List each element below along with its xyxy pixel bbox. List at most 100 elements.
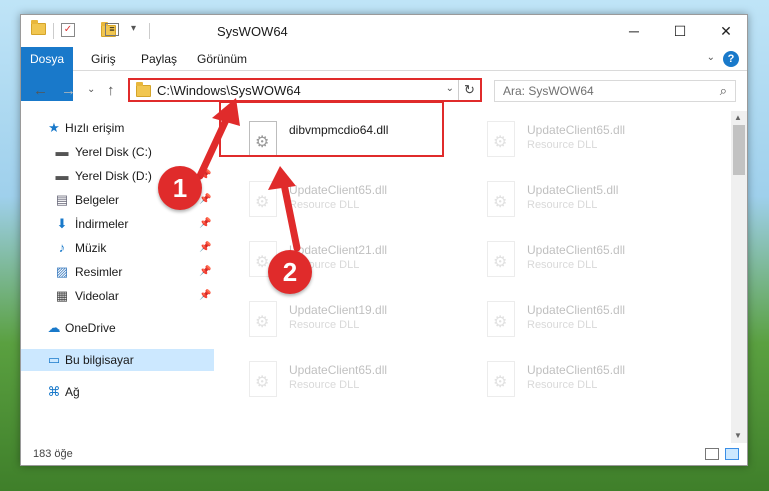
pin-icon[interactable]: 📌 — [199, 170, 211, 181]
sidebar-item-downloads[interactable]: ⬇ İndirmeler 📌 — [21, 213, 214, 235]
customize-icon[interactable]: ≡ — [105, 23, 119, 36]
separator — [149, 23, 150, 39]
videos-icon: ▦ — [55, 288, 69, 303]
file-name: UpdateClient65.dll — [527, 123, 626, 137]
file-name: UpdateClient65.dll — [527, 363, 626, 377]
up-button[interactable]: ↑ — [107, 82, 115, 99]
refresh-button[interactable]: ↻ — [458, 80, 480, 100]
large-icons-view-icon[interactable] — [725, 448, 739, 460]
file-item[interactable]: UpdateClient65.dll Resource DLL — [481, 237, 721, 291]
target-file-highlight — [219, 101, 444, 157]
file-name: UpdateClient65.dll — [527, 243, 626, 257]
network-icon: ⌘ — [47, 384, 61, 399]
search-placeholder: Ara: SysWOW64 — [503, 84, 594, 98]
ribbon-expand-icon[interactable]: ⌄ — [707, 52, 715, 63]
pin-icon[interactable]: 📌 — [199, 194, 211, 205]
file-type: Resource DLL — [527, 259, 598, 271]
search-input[interactable]: Ara: SysWOW64 ⌕ — [494, 80, 736, 102]
file-name: UpdateClient65.dll — [527, 303, 626, 317]
address-bar[interactable]: C:\Windows\SysWOW64 ⌄ ↻ — [128, 78, 482, 102]
quick-access-dropdown-icon[interactable]: ▾ — [131, 23, 136, 39]
address-dropdown-icon[interactable]: ⌄ — [446, 83, 454, 94]
dll-file-icon — [487, 301, 515, 337]
dll-file-icon — [249, 361, 277, 397]
pin-icon[interactable]: 📌 — [199, 242, 211, 253]
sidebar-item-label: Resimler — [75, 265, 123, 279]
minimize-button[interactable]: ─ — [611, 15, 657, 47]
sidebar-item-onedrive[interactable]: ☁ OneDrive — [21, 317, 214, 339]
sidebar-item-label: Hızlı erişim — [65, 121, 125, 135]
scroll-down-icon[interactable]: ▼ — [734, 431, 742, 440]
dll-file-icon — [487, 121, 515, 157]
file-type: Resource DLL — [289, 199, 360, 211]
back-button[interactable]: ← — [33, 82, 48, 99]
star-icon: ★ — [48, 120, 60, 135]
file-item[interactable]: UpdateClient19.dll Resource DLL — [243, 297, 483, 351]
computer-icon: ▭ — [47, 352, 61, 367]
dll-file-icon — [487, 241, 515, 277]
sidebar-item-label: İndirmeler — [75, 217, 129, 231]
music-icon: ♪ — [58, 240, 66, 255]
file-item[interactable]: UpdateClient65.dll Resource DLL — [481, 357, 721, 411]
drive-icon: ▬ — [55, 168, 69, 183]
help-icon[interactable]: ? — [723, 51, 739, 67]
pin-icon[interactable]: 📌 — [199, 290, 211, 301]
forward-button[interactable]: → — [61, 82, 76, 99]
file-type: Resource DLL — [527, 139, 598, 151]
properties-icon[interactable]: ✓ — [61, 23, 75, 37]
close-button[interactable]: ✕ — [703, 15, 749, 47]
dll-file-icon — [249, 301, 277, 337]
cloud-icon: ☁ — [47, 320, 61, 335]
file-item[interactable]: UpdateClient65.dll Resource DLL — [243, 177, 483, 231]
dll-file-icon — [487, 361, 515, 397]
folder-icon — [136, 82, 151, 97]
file-item[interactable]: UpdateClient5.dll Resource DLL — [481, 177, 721, 231]
sidebar-item-pictures[interactable]: ▨ Resimler 📌 — [21, 261, 214, 283]
dll-file-icon — [487, 181, 515, 217]
file-type: Resource DLL — [527, 379, 598, 391]
separator — [53, 23, 54, 39]
sidebar-item-label: OneDrive — [65, 321, 116, 335]
navigation-pane: ★ Hızlı erişim ▬ Yerel Disk (C:) ▬ Yerel… — [21, 113, 214, 443]
address-path[interactable]: C:\Windows\SysWOW64 — [157, 83, 301, 98]
callout-badge-two: 2 — [268, 250, 312, 294]
scrollbar-thumb[interactable] — [733, 125, 745, 175]
file-type: Resource DLL — [289, 379, 360, 391]
file-item[interactable]: UpdateClient65.dll Resource DLL — [481, 297, 721, 351]
dll-file-icon — [249, 181, 277, 217]
documents-icon: ▤ — [55, 192, 69, 207]
sidebar-item-network[interactable]: ⌘ Ağ — [21, 381, 214, 403]
callout-badge-one: 1 — [158, 166, 202, 210]
sidebar-item-music[interactable]: ♪ Müzik 📌 — [21, 237, 214, 259]
item-count: 183 öğe — [33, 448, 73, 460]
file-item[interactable]: UpdateClient65.dll Resource DLL — [243, 357, 483, 411]
sidebar-item-local-disk-c[interactable]: ▬ Yerel Disk (C:) — [21, 141, 214, 163]
maximize-button[interactable]: ☐ — [657, 15, 703, 47]
scroll-up-icon[interactable]: ▲ — [734, 113, 742, 122]
drive-icon: ▬ — [55, 144, 69, 159]
file-item[interactable]: UpdateClient65.dll Resource DLL — [481, 117, 721, 171]
folder-icon — [31, 20, 46, 35]
window-title: SysWOW64 — [217, 24, 288, 39]
sidebar-item-quick-access[interactable]: ★ Hızlı erişim — [21, 117, 214, 139]
pin-icon[interactable]: 📌 — [199, 218, 211, 229]
vertical-scrollbar[interactable]: ▲ ▼ — [731, 111, 747, 443]
pin-icon[interactable]: 📌 — [199, 266, 211, 277]
search-icon[interactable]: ⌕ — [720, 83, 727, 99]
sidebar-item-label: Yerel Disk (C:) — [75, 145, 152, 159]
sidebar-item-label: Bu bilgisayar — [65, 353, 134, 367]
sidebar-item-this-pc[interactable]: ▭ Bu bilgisayar — [21, 349, 214, 371]
tab-giris[interactable]: Giriş — [81, 47, 126, 71]
sidebar-item-videos[interactable]: ▦ Videolar 📌 — [21, 285, 214, 307]
tab-gorunum[interactable]: Görünüm — [187, 47, 257, 71]
details-view-icon[interactable] — [705, 448, 719, 460]
download-icon: ⬇ — [56, 216, 68, 231]
recent-locations-button[interactable]: ⌄ — [87, 84, 95, 95]
file-name: UpdateClient65.dll — [289, 363, 388, 377]
file-name: UpdateClient5.dll — [527, 183, 619, 197]
sidebar-item-label: Ağ — [65, 385, 80, 399]
sidebar-item-label: Videolar — [75, 289, 119, 303]
tab-paylas[interactable]: Paylaş — [131, 47, 187, 71]
file-type: Resource DLL — [289, 319, 360, 331]
status-bar: 183 öğe — [21, 443, 747, 465]
